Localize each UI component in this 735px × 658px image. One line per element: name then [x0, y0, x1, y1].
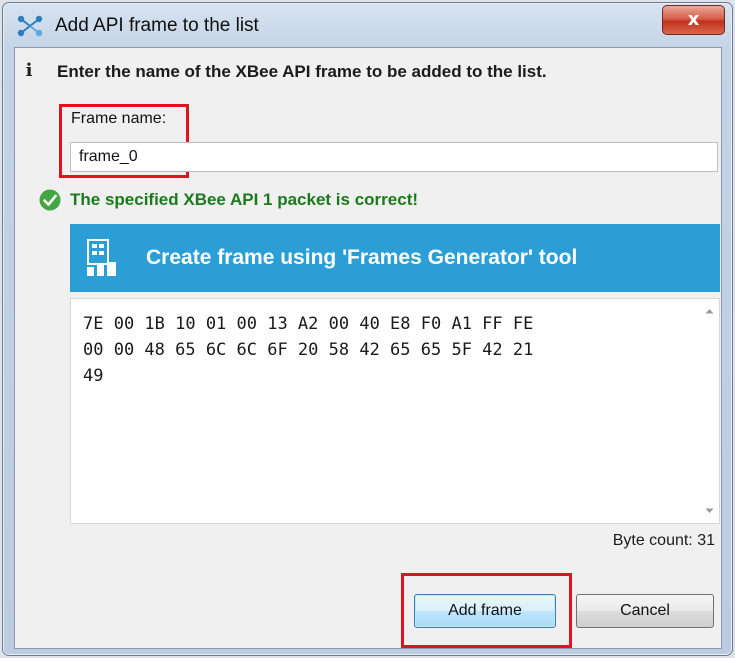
check-circle-icon	[39, 189, 61, 211]
window-title: Add API frame to the list	[55, 15, 259, 36]
dialog-body: i Enter the name of the XBee API frame t…	[14, 47, 722, 649]
validation-status: The specified XBee API 1 packet is corre…	[70, 190, 419, 209]
scroll-up-arrow-icon[interactable]	[704, 306, 715, 317]
xbee-network-icon	[17, 15, 43, 37]
byte-count: Byte count: 31	[612, 532, 715, 549]
info-icon: i	[25, 60, 33, 81]
frame-name-label: Frame name:	[71, 110, 167, 127]
frames-generator-label: Create frame using 'Frames Generator' to…	[146, 246, 578, 269]
info-message: Enter the name of the XBee API frame to …	[57, 62, 547, 81]
dialog-window: Add API frame to the list x i Enter the …	[2, 2, 733, 656]
packet-hex-content[interactable]: 7E 00 1B 10 01 00 13 A2 00 40 E8 F0 A1 F…	[83, 311, 673, 389]
frames-generator-icon	[87, 239, 116, 276]
frame-name-input[interactable]	[70, 142, 718, 172]
title-bar[interactable]: Add API frame to the list x	[3, 3, 732, 47]
packet-scrollbar[interactable]	[701, 300, 718, 522]
scroll-down-arrow-icon[interactable]	[704, 505, 715, 516]
cancel-button[interactable]: Cancel	[576, 594, 714, 628]
close-button[interactable]: x	[662, 5, 725, 35]
add-frame-button[interactable]: Add frame	[414, 594, 556, 628]
frames-generator-button[interactable]: Create frame using 'Frames Generator' to…	[70, 224, 720, 292]
packet-textarea[interactable]: 7E 00 1B 10 01 00 13 A2 00 40 E8 F0 A1 F…	[70, 298, 720, 524]
